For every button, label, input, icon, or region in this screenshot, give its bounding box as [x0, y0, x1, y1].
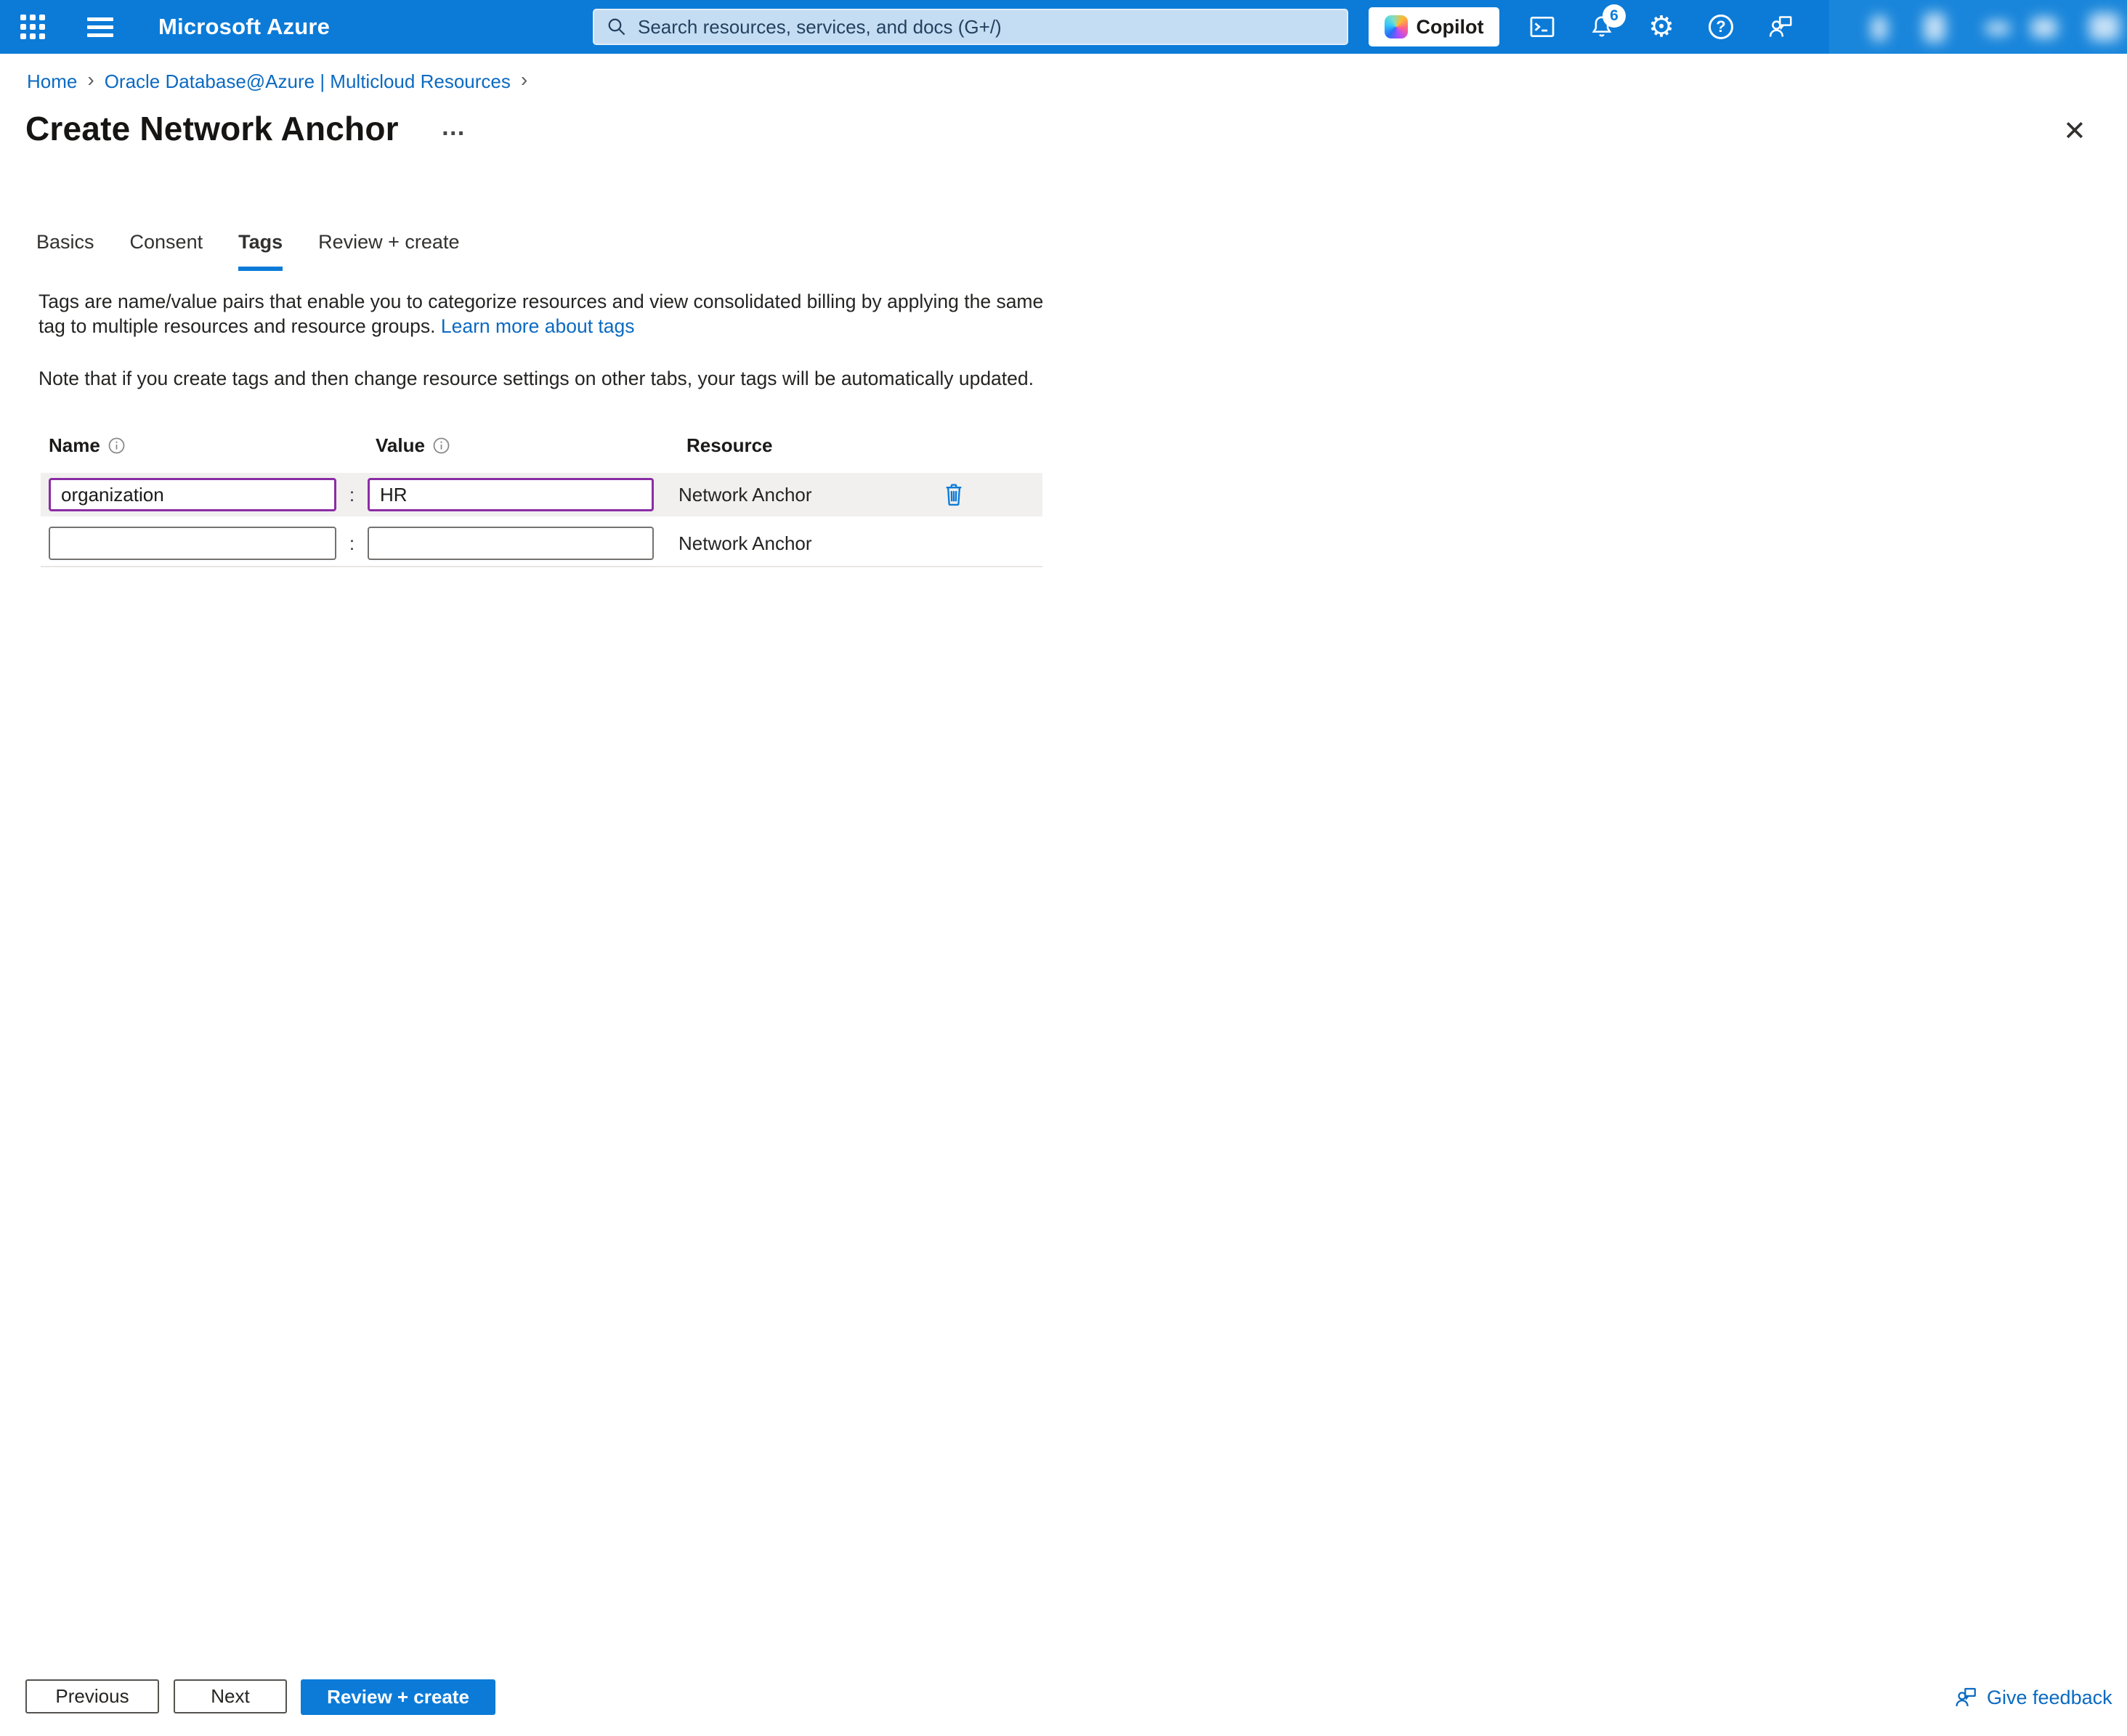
copilot-icon [1385, 15, 1408, 38]
feedback-icon[interactable] [1767, 13, 1794, 41]
topbar-icon-cluster: 6 ⚙ ? [1528, 0, 1794, 54]
previous-button[interactable]: Previous [25, 1679, 159, 1713]
tags-note: Note that if you create tags and then ch… [39, 368, 1128, 390]
global-search-box[interactable] [593, 9, 1348, 45]
breadcrumb-multicloud-link[interactable]: Oracle Database@Azure | Multicloud Resou… [105, 70, 511, 93]
breadcrumb-separator: › [521, 68, 527, 92]
app-launcher-waffle-icon[interactable] [20, 15, 45, 39]
value-info-icon[interactable] [432, 437, 450, 455]
learn-more-about-tags-link[interactable]: Learn more about tags [441, 315, 635, 337]
tag-row-filled: : Network Anchor [41, 473, 1042, 516]
search-icon [606, 16, 628, 38]
tag-resource-label: Network Anchor [678, 532, 918, 555]
review-create-button[interactable]: Review + create [301, 1679, 495, 1715]
tags-description: Tags are name/value pairs that enable yo… [39, 289, 1070, 338]
microsoft-azure-brand[interactable]: Microsoft Azure [158, 14, 330, 40]
breadcrumb-separator: › [87, 68, 94, 92]
copilot-label: Copilot [1417, 16, 1484, 38]
page-title: Create Network Anchor [25, 109, 399, 148]
resource-header-label: Resource [686, 434, 773, 457]
delete-tag-icon[interactable] [943, 483, 965, 506]
resource-column-header: Resource [686, 434, 773, 457]
wizard-tabs: Basics Consent Tags Review + create [36, 231, 459, 271]
notification-count-badge: 6 [1603, 4, 1626, 28]
name-header-label: Name [49, 434, 100, 457]
top-navigation-bar: Microsoft Azure Copilot 6 [0, 0, 2127, 54]
tag-value-input-empty[interactable] [368, 527, 654, 560]
give-feedback-label: Give feedback [1987, 1687, 2112, 1709]
tab-consent[interactable]: Consent [130, 231, 203, 271]
tab-review-create[interactable]: Review + create [318, 231, 459, 271]
redacted-account-area [1829, 0, 2127, 54]
name-column-header: Name [49, 434, 126, 457]
colon-separator: : [336, 532, 368, 555]
cloud-shell-icon[interactable] [1528, 13, 1556, 41]
settings-gear-icon[interactable]: ⚙ [1648, 13, 1675, 41]
name-info-icon[interactable] [108, 437, 126, 455]
portal-menu-hamburger-icon[interactable] [87, 13, 113, 41]
value-header-label: Value [376, 434, 425, 457]
close-icon[interactable]: ✕ [2063, 115, 2086, 147]
tag-value-input[interactable] [368, 478, 654, 511]
title-more-menu-icon[interactable]: … [441, 113, 467, 142]
next-button[interactable]: Next [174, 1679, 287, 1713]
give-feedback-link[interactable]: Give feedback [1953, 1685, 2112, 1710]
tag-resource-label: Network Anchor [678, 484, 918, 506]
copilot-button[interactable]: Copilot [1369, 7, 1499, 46]
tab-tags[interactable]: Tags [238, 231, 283, 271]
value-column-header: Value [376, 434, 450, 457]
tag-row-empty: : Network Anchor [41, 521, 1042, 567]
colon-separator: : [336, 484, 368, 506]
breadcrumb-home-link[interactable]: Home [27, 70, 77, 93]
help-icon[interactable]: ? [1707, 13, 1735, 41]
tag-name-input[interactable] [49, 478, 336, 511]
breadcrumb: Home › Oracle Database@Azure | Multiclou… [27, 70, 527, 93]
tag-name-input-empty[interactable] [49, 527, 336, 560]
search-input[interactable] [638, 16, 1335, 38]
notifications-bell-icon[interactable]: 6 [1588, 13, 1616, 41]
give-feedback-icon [1953, 1685, 1978, 1710]
azure-portal-page: Microsoft Azure Copilot 6 [0, 0, 2127, 1736]
tab-basics[interactable]: Basics [36, 231, 94, 271]
